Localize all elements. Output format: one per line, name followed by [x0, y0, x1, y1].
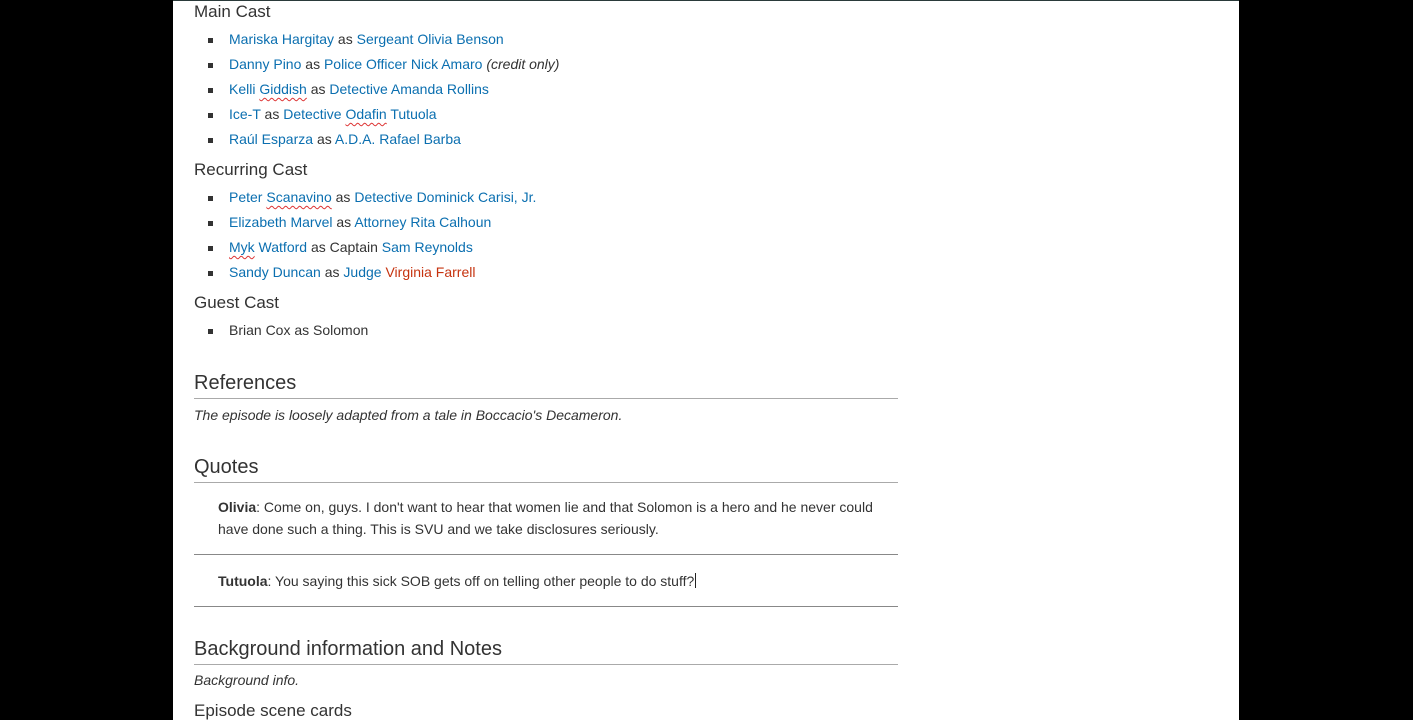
as-text: as — [336, 214, 352, 230]
list-item: Raúl Esparza as A.D.A. Rafael Barba — [208, 127, 559, 152]
recurring-cast-heading: Recurring Cast — [194, 160, 308, 179]
as-text: as — [310, 81, 326, 97]
references-text: The episode is loosely adapted from a ta… — [194, 407, 623, 423]
main-cast-heading: Main Cast — [194, 2, 271, 21]
as-text: as — [335, 189, 351, 205]
as-text: as — [324, 264, 340, 280]
actor-link[interactable]: Raúl Esparza — [229, 131, 313, 147]
article-page: Main Cast Mariska Hargitay as Sergeant O… — [173, 0, 1239, 720]
actor-link[interactable]: Sandy Duncan — [229, 264, 321, 280]
list-item: Myk Watford as Captain Sam Reynolds — [208, 235, 536, 260]
guest-cast-heading: Guest Cast — [194, 293, 280, 312]
role-first-name: Odafin — [345, 106, 387, 122]
quote-speaker: Olivia — [218, 499, 257, 515]
actor-first-name: Kelli — [229, 81, 260, 97]
actor-first-name: Peter — [229, 189, 267, 205]
quote-block: Tutuola: You saying this sick SOB gets o… — [194, 570, 898, 607]
role-link[interactable]: Police Officer Nick Amaro — [324, 56, 482, 72]
role-link[interactable]: Judge — [343, 264, 381, 280]
main-cast-list: Mariska Hargitay as Sergeant Olivia Bens… — [208, 27, 559, 152]
list-item: Sandy Duncan as Judge Virginia Farrell — [208, 260, 536, 285]
background-text: Background info. — [194, 672, 300, 688]
guest-cast-text: Brian Cox as Solomon — [229, 322, 369, 338]
as-text: as Captain — [310, 239, 378, 255]
list-item: Kelli Giddish as Detective Amanda Rollin… — [208, 77, 559, 102]
actor-link[interactable]: Kelli Giddish — [229, 81, 307, 97]
actor-link[interactable]: Elizabeth Marvel — [229, 214, 333, 230]
quotes-heading: Quotes — [194, 454, 898, 483]
actor-last-name: Scanavino — [266, 189, 332, 205]
references-heading: References — [194, 370, 898, 399]
background-heading: Background information and Notes — [194, 636, 898, 665]
as-text: as — [316, 131, 332, 147]
quote-text: : Come on, guys. I don't want to hear th… — [218, 499, 873, 537]
quote-block: Olivia: Come on, guys. I don't want to h… — [194, 496, 898, 555]
scene-cards-heading: Episode scene cards — [194, 701, 352, 720]
list-item: Danny Pino as Police Officer Nick Amaro … — [208, 52, 559, 77]
quote-text[interactable]: : You saying this sick SOB gets off on t… — [268, 573, 695, 589]
role-link[interactable]: Attorney Rita Calhoun — [354, 214, 491, 230]
as-text: as — [337, 31, 353, 47]
actor-link[interactable]: Myk Watford — [229, 239, 307, 255]
guest-cast-list: Brian Cox as Solomon — [208, 318, 368, 343]
list-item: Elizabeth Marvel as Attorney Rita Calhou… — [208, 210, 536, 235]
as-text: as — [305, 56, 321, 72]
quote-speaker: Tutuola — [218, 573, 268, 589]
redlink-role[interactable]: Virginia Farrell — [385, 264, 475, 280]
actor-link[interactable]: Ice-T — [229, 106, 261, 122]
role-link[interactable]: Detective Dominick Carisi, Jr. — [354, 189, 536, 205]
actor-link[interactable]: Mariska Hargitay — [229, 31, 334, 47]
actor-link[interactable]: Danny Pino — [229, 56, 301, 72]
actor-last-name: Watford — [254, 239, 308, 255]
role-link[interactable]: Sergeant Olivia Benson — [357, 31, 504, 47]
role-link[interactable]: Sam Reynolds — [382, 239, 473, 255]
credit-note: (credit only) — [486, 56, 560, 72]
role-link[interactable]: Detective Amanda Rollins — [329, 81, 489, 97]
list-item: Peter Scanavino as Detective Dominick Ca… — [208, 185, 536, 210]
recurring-cast-list: Peter Scanavino as Detective Dominick Ca… — [208, 185, 536, 285]
as-text: as — [264, 106, 280, 122]
role-link[interactable]: A.D.A. Rafael Barba — [335, 131, 461, 147]
role-link[interactable]: Detective Odafin Tutuola — [283, 106, 436, 122]
actor-first-name: Myk — [229, 239, 255, 255]
role-rank: Detective — [283, 106, 346, 122]
list-item: Mariska Hargitay as Sergeant Olivia Bens… — [208, 27, 559, 52]
actor-last-name: Giddish — [259, 81, 307, 97]
list-item: Brian Cox as Solomon — [208, 318, 368, 343]
list-item: Ice-T as Detective Odafin Tutuola — [208, 102, 559, 127]
role-last-name: Tutuola — [386, 106, 437, 122]
actor-link[interactable]: Peter Scanavino — [229, 189, 332, 205]
text-cursor — [695, 573, 697, 588]
